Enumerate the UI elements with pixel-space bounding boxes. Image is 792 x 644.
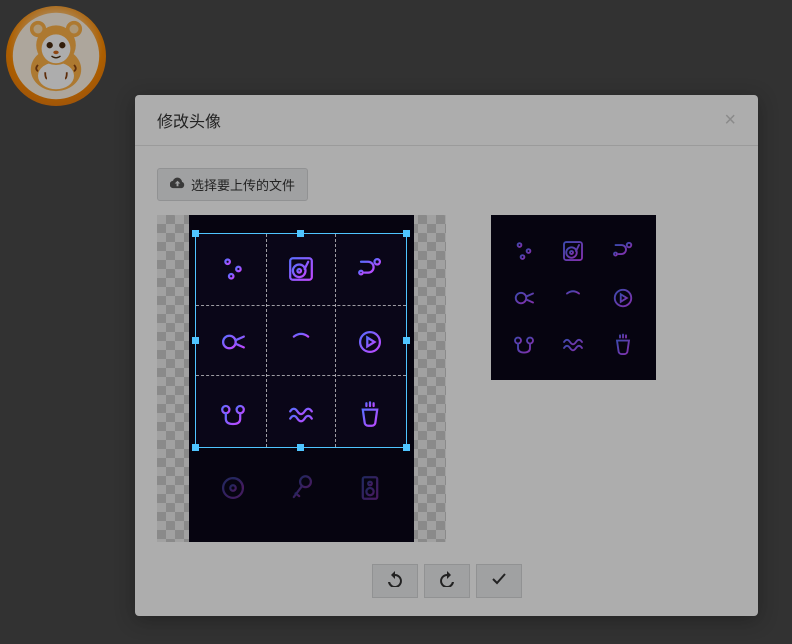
resize-handle-tr[interactable] bbox=[403, 230, 410, 237]
earbuds-icon bbox=[499, 321, 549, 368]
crop-preview bbox=[491, 215, 656, 380]
resize-handle-tm[interactable] bbox=[297, 230, 304, 237]
modal-header: 修改头像 × bbox=[135, 95, 758, 146]
current-avatar bbox=[6, 6, 106, 106]
rotate-right-button[interactable] bbox=[424, 564, 470, 598]
resize-handle-bl[interactable] bbox=[192, 444, 199, 451]
crop-selection[interactable] bbox=[195, 233, 407, 448]
cloud-upload-icon bbox=[170, 177, 185, 193]
avatar-modal: 修改头像 × 选择要上传的文件 bbox=[135, 95, 758, 616]
cup-icon bbox=[598, 321, 648, 368]
turntable-icon bbox=[549, 227, 599, 274]
shower-icon bbox=[549, 274, 599, 321]
upload-button-label: 选择要上传的文件 bbox=[191, 175, 295, 194]
confirm-button[interactable] bbox=[476, 564, 522, 598]
microphone-icon bbox=[267, 451, 335, 524]
resize-handle-mr[interactable] bbox=[403, 337, 410, 344]
crop-toolbar bbox=[157, 564, 736, 598]
disc-icon bbox=[199, 451, 267, 524]
resize-handle-tl[interactable] bbox=[192, 230, 199, 237]
crop-canvas[interactable] bbox=[157, 215, 446, 542]
sliders-icon bbox=[499, 227, 549, 274]
upload-button[interactable]: 选择要上传的文件 bbox=[157, 168, 308, 201]
rotate-left-icon bbox=[387, 571, 403, 592]
resize-handle-bm[interactable] bbox=[297, 444, 304, 451]
modal-title: 修改头像 bbox=[157, 108, 221, 132]
wave-icon bbox=[549, 321, 599, 368]
check-icon bbox=[491, 571, 507, 592]
flow-icon bbox=[598, 227, 648, 274]
rotate-right-icon bbox=[439, 571, 455, 592]
modal-body: 选择要上传的文件 bbox=[135, 146, 758, 616]
resize-handle-ml[interactable] bbox=[192, 337, 199, 344]
rotate-left-button[interactable] bbox=[372, 564, 418, 598]
play-circle-icon bbox=[598, 274, 648, 321]
crop-area bbox=[157, 215, 736, 542]
horn-icon bbox=[499, 274, 549, 321]
close-icon[interactable]: × bbox=[720, 110, 740, 130]
speaker-icon bbox=[336, 451, 404, 524]
resize-handle-br[interactable] bbox=[403, 444, 410, 451]
